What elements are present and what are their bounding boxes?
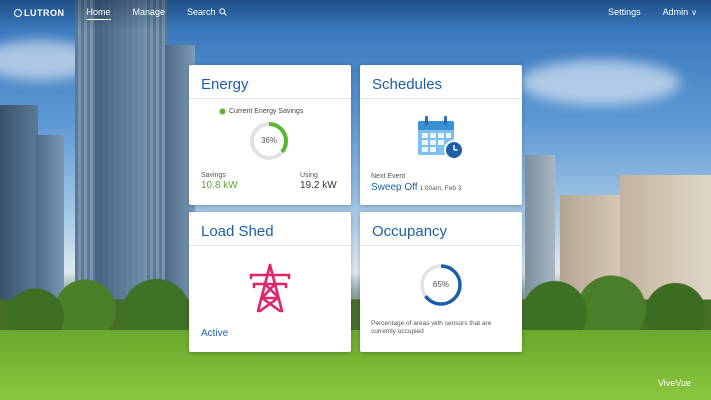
nav-right: Settings Admin ∨ <box>608 7 697 19</box>
next-event-label: Next Event <box>371 173 406 180</box>
occupancy-description: Percentage of areas with sensors that ar… <box>371 320 492 335</box>
lutron-logo[interactable]: LUTRON <box>14 8 65 18</box>
calendar-icon <box>418 116 464 160</box>
building <box>95 0 145 305</box>
using-label: Using <box>300 172 318 179</box>
power-tower-icon <box>249 263 291 313</box>
logo-text: LUTRON <box>24 8 65 18</box>
background-scene <box>0 0 711 400</box>
chevron-down-icon: ∨ <box>691 8 697 17</box>
occupancy-title: Occupancy <box>360 212 522 246</box>
nav-search-label: Search <box>187 6 216 17</box>
energy-title: Energy <box>189 65 351 99</box>
next-event: Sweep Off 1:00am, Feb 3 <box>371 182 461 193</box>
nav-search[interactable]: Search <box>187 7 227 20</box>
nav-settings[interactable]: Settings <box>608 7 641 19</box>
user-name: Admin <box>662 7 689 17</box>
load-shed-card[interactable]: Load Shed Active <box>189 212 351 352</box>
load-shed-status: Active <box>201 328 229 339</box>
top-nav: LUTRON Home Manage Search Settings Admin… <box>0 0 711 26</box>
savings-stat: Savings 10.8 kW <box>201 172 238 191</box>
schedules-body: Next Event Sweep Off 1:00am, Feb 3 <box>360 99 522 205</box>
logo-mark-icon <box>14 9 22 17</box>
occupancy-percent: 65% <box>432 280 449 289</box>
occupancy-body: 65% Percentage of areas with sensors tha… <box>360 246 522 352</box>
nav-manage[interactable]: Manage <box>133 7 166 20</box>
load-shed-body: Active <box>189 246 351 352</box>
schedules-card[interactable]: Schedules Next Event Sweep Off 1:00am, Fe… <box>360 65 522 205</box>
vivevue-brand: ViveVue <box>657 378 691 388</box>
using-value: 19.2 kW <box>300 180 337 191</box>
nav-home[interactable]: Home <box>86 7 111 20</box>
energy-card[interactable]: Energy Current Energy Savings 36% Saving… <box>189 65 351 205</box>
occupancy-card[interactable]: Occupancy 65% Percentage of areas with s… <box>360 212 522 352</box>
next-event-time: 1:00am, Feb 3 <box>419 185 462 192</box>
energy-legend-label: Current Energy Savings <box>229 108 304 115</box>
user-menu[interactable]: Admin ∨ <box>663 7 697 19</box>
next-event-name: Sweep Off <box>371 182 418 193</box>
energy-legend: Current Energy Savings <box>219 108 303 115</box>
nav-links: Home Manage Search <box>86 7 227 20</box>
energy-percent: 36% <box>260 136 277 145</box>
legend-dot-icon <box>219 108 226 115</box>
using-stat: Using 19.2 kW <box>300 172 337 191</box>
energy-body: Current Energy Savings 36% Savings 10.8 … <box>189 99 351 205</box>
lawn <box>0 330 711 400</box>
cloud <box>520 60 680 105</box>
search-icon <box>218 8 227 16</box>
schedules-title: Schedules <box>360 65 522 99</box>
savings-label: Savings <box>201 172 226 179</box>
savings-value: 10.8 kW <box>201 180 238 191</box>
load-shed-title: Load Shed <box>189 212 351 246</box>
